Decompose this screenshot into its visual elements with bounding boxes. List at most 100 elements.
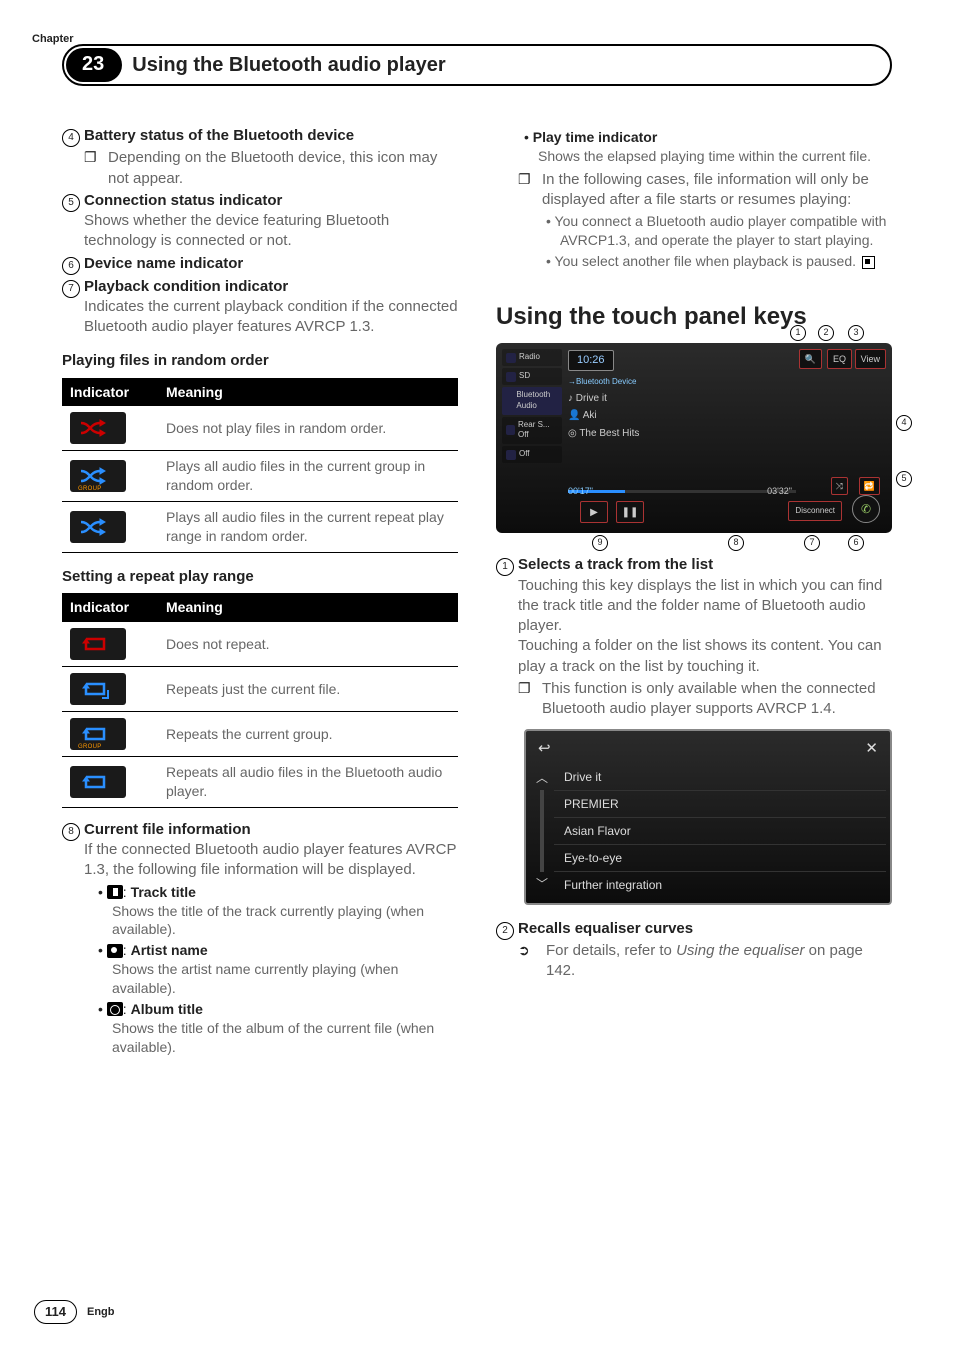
page: Chapter 23 Using the Bluetooth audio pla… bbox=[0, 0, 954, 1352]
repeat-all-icon bbox=[70, 766, 126, 798]
tbl2-r4: Repeats all audio files in the Bluetooth… bbox=[158, 757, 458, 808]
artist-label: Artist name bbox=[131, 942, 208, 958]
album-body: Shows the title of the album of the curr… bbox=[112, 1019, 458, 1057]
shuffle-button[interactable]: ⤨ bbox=[831, 477, 848, 495]
artist-icon bbox=[107, 944, 123, 958]
footer: 114 Engb bbox=[34, 1300, 114, 1324]
fig-artist: 👤 Aki bbox=[568, 407, 886, 425]
breadcrumb: →Bluetooth Device bbox=[568, 375, 886, 390]
r-item1-note: This function is only available when the… bbox=[542, 679, 892, 720]
chapter-number: 23 bbox=[82, 53, 104, 75]
side-bt[interactable]: Bluetooth Audio bbox=[502, 387, 562, 415]
table1-caption: Playing files in random order bbox=[62, 351, 458, 371]
list-item[interactable]: Drive it bbox=[554, 764, 886, 791]
th-meaning: Meaning bbox=[158, 378, 458, 407]
note-bullet: ❐ bbox=[84, 148, 108, 189]
list-item[interactable]: Further integration bbox=[554, 872, 886, 898]
list-item[interactable]: PREMIER bbox=[554, 791, 886, 818]
disconnect-button[interactable]: Disconnect bbox=[788, 501, 842, 522]
view-button[interactable]: View bbox=[855, 349, 886, 369]
eq-button[interactable]: EQ bbox=[827, 349, 852, 369]
chapter-header: 23 Using the Bluetooth audio player bbox=[62, 44, 892, 86]
progress-bar[interactable] bbox=[568, 490, 796, 493]
left-column: 4 Battery status of the Bluetooth device… bbox=[62, 126, 458, 1061]
time-elapsed: 00'17" bbox=[568, 485, 593, 497]
shuffle-group-icon: GROUP bbox=[70, 460, 126, 492]
back-icon[interactable]: ↩ bbox=[538, 739, 551, 759]
track-label: Track title bbox=[131, 884, 196, 900]
ref-link: Using the equaliser bbox=[676, 942, 804, 959]
touch-panel-figure: Radio SD Bluetooth Audio Rear S... Off O… bbox=[496, 343, 892, 533]
group-label: GROUP bbox=[78, 485, 102, 493]
touch-panel-figure-wrap: 1 2 3 4 5 6 7 8 9 Radio SD Bluetooth Aud… bbox=[496, 343, 892, 533]
repeat-table: IndicatorMeaning Does not repeat. Repeat… bbox=[62, 593, 458, 808]
note-b: You select another file when playback is… bbox=[555, 253, 856, 269]
tbl1-r2: Plays all audio files in the current gro… bbox=[158, 451, 458, 502]
ref-icon: ➲ bbox=[518, 941, 542, 982]
track-list-figure: ↩ ✕ ︿ ﹀ Drive it PREMIER Asian Flavor Eye… bbox=[524, 729, 892, 904]
scroll-down-icon[interactable]: ﹀ bbox=[536, 876, 548, 892]
side-rear[interactable]: Rear S... Off bbox=[502, 417, 562, 445]
th-indicator: Indicator bbox=[62, 378, 158, 407]
scroll-up-icon[interactable]: ︿ bbox=[536, 770, 548, 786]
clock: 10:26 bbox=[568, 350, 614, 371]
album-icon bbox=[107, 1002, 123, 1016]
item5-title: Connection status indicator bbox=[84, 192, 282, 209]
pti-label: Play time indicator bbox=[533, 129, 657, 145]
lang-code: Engb bbox=[87, 1305, 115, 1320]
page-number: 114 bbox=[34, 1300, 77, 1324]
artist-body: Shows the artist name currently playing … bbox=[112, 960, 458, 998]
item8-body: If the connected Bluetooth audio player … bbox=[84, 840, 458, 881]
repeat-off-icon bbox=[70, 628, 126, 660]
tbl2-r3: Repeats the current group. bbox=[158, 712, 458, 757]
side-radio[interactable]: Radio bbox=[502, 349, 562, 366]
album-label: Album title bbox=[131, 1001, 203, 1017]
r-item1-title: Selects a track from the list bbox=[518, 556, 713, 573]
fig-album: ◎ The Best Hits bbox=[568, 425, 886, 443]
item6-title: Device name indicator bbox=[84, 255, 243, 272]
repeat-group-icon: GROUP bbox=[70, 718, 126, 750]
r-item1-body1: Touching this key displays the list in w… bbox=[518, 576, 892, 637]
tbl1-r3: Plays all audio files in the current rep… bbox=[158, 502, 458, 553]
r-item2-title: Recalls equaliser curves bbox=[518, 920, 693, 937]
repeat-file-icon bbox=[70, 673, 126, 705]
side-sd[interactable]: SD bbox=[502, 368, 562, 385]
note-body: In the following cases, file information… bbox=[542, 171, 869, 208]
close-icon[interactable]: ✕ bbox=[865, 739, 878, 759]
end-icon bbox=[862, 256, 875, 269]
pause-button[interactable]: ❚❚ bbox=[616, 501, 644, 523]
list-item[interactable]: Eye-to-eye bbox=[554, 845, 886, 872]
time-total: 03'32" bbox=[767, 485, 792, 497]
shuffle-off-icon bbox=[70, 412, 126, 444]
table2-caption: Setting a repeat play range bbox=[62, 567, 458, 587]
list-item[interactable]: Asian Flavor bbox=[554, 818, 886, 845]
side-off[interactable]: Off bbox=[502, 446, 562, 463]
tbl1-r1: Does not play files in random order. bbox=[158, 406, 458, 451]
track-body: Shows the title of the track currently p… bbox=[112, 902, 458, 940]
repeat-button[interactable]: 🔁 bbox=[859, 477, 880, 495]
shuffle-all-icon bbox=[70, 511, 126, 543]
item8-title: Current file information bbox=[84, 821, 251, 838]
item7-body: Indicates the current playback condition… bbox=[84, 297, 458, 338]
search-button[interactable]: 🔍 bbox=[799, 349, 822, 369]
r-item1-body2: Touching a folder on the list shows its … bbox=[518, 636, 892, 677]
tbl2-r2: Repeats just the current file. bbox=[158, 667, 458, 712]
chapter-label: Chapter bbox=[32, 32, 74, 47]
fig-track: ♪ Drive it bbox=[568, 390, 886, 408]
track-icon bbox=[107, 885, 123, 899]
chapter-title: Using the Bluetooth audio player bbox=[132, 52, 445, 79]
right-column: Play time indicator Shows the elapsed pl… bbox=[496, 126, 892, 1061]
tbl2-r1: Does not repeat. bbox=[158, 622, 458, 667]
group-label2: GROUP bbox=[78, 743, 102, 751]
th2-indicator: Indicator bbox=[62, 593, 158, 622]
item7-title: Playback condition indicator bbox=[84, 278, 288, 295]
item5-body: Shows whether the device featuring Bluet… bbox=[84, 211, 458, 252]
pti-body: Shows the elapsed playing time within th… bbox=[538, 147, 892, 166]
item4-note: Depending on the Bluetooth device, this … bbox=[108, 148, 458, 189]
note-bullet3: ❐ bbox=[518, 679, 542, 720]
th2-meaning: Meaning bbox=[158, 593, 458, 622]
random-table: IndicatorMeaning Does not play files in … bbox=[62, 378, 458, 553]
phone-button[interactable]: ✆ bbox=[852, 495, 880, 523]
play-button[interactable]: ▶ bbox=[580, 501, 608, 523]
note-bullet2: ❐ bbox=[518, 170, 542, 273]
